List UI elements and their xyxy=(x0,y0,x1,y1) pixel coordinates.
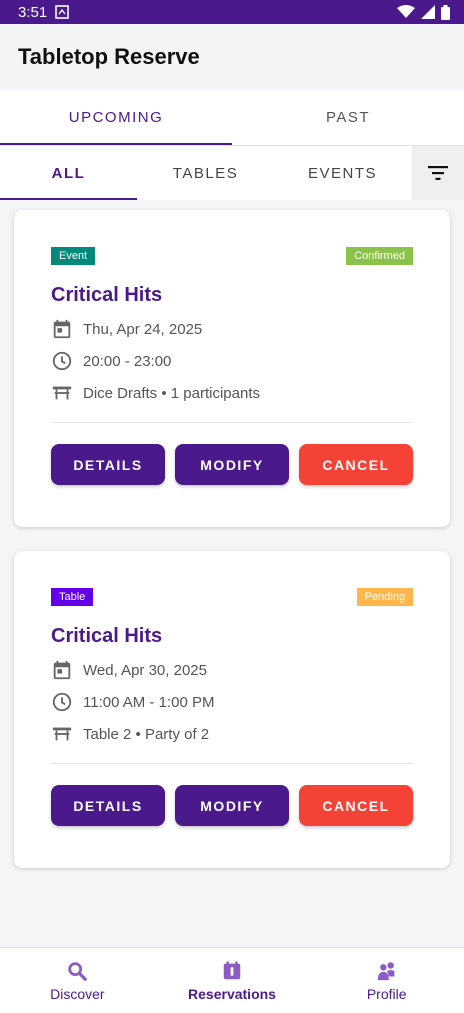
time-row: 20:00 - 23:00 xyxy=(51,351,413,371)
clock-icon xyxy=(52,692,72,712)
nav-label: Discover xyxy=(50,985,105,1002)
secondary-tabs-bar: ALL TABLES EVENTS xyxy=(0,145,464,200)
reservation-card: Table Pending Critical Hits Wed, Apr 30,… xyxy=(14,551,450,868)
tab-all[interactable]: ALL xyxy=(0,146,137,200)
filter-icon xyxy=(428,166,448,180)
modify-button[interactable]: MODIFY xyxy=(175,444,289,485)
tab-tables[interactable]: TABLES xyxy=(137,146,274,200)
card-actions: DETAILS MODIFY CANCEL xyxy=(51,785,413,826)
nav-label: Profile xyxy=(366,985,407,1002)
date-row: Thu, Apr 24, 2025 xyxy=(51,319,413,339)
calendar-icon xyxy=(53,319,71,339)
tab-upcoming[interactable]: UPCOMING xyxy=(0,90,232,145)
details-button[interactable]: DETAILS xyxy=(51,444,165,485)
clock-icon xyxy=(52,351,72,371)
cancel-button[interactable]: CANCEL xyxy=(299,444,413,485)
reservation-date: Wed, Apr 30, 2025 xyxy=(83,661,207,679)
status-bar: 3:51 xyxy=(0,0,464,24)
reservation-title: Critical Hits xyxy=(51,625,163,647)
primary-tabs: UPCOMING PAST xyxy=(0,90,464,145)
status-badge: Pending xyxy=(356,588,413,606)
divider xyxy=(51,763,413,764)
app-bar: Tabletop Reserve xyxy=(0,24,464,90)
reservation-detail: Table 2 • Party of 2 xyxy=(83,725,210,743)
status-time: 3:51 xyxy=(18,3,48,21)
cancel-button[interactable]: CANCEL xyxy=(299,785,413,826)
signal-icon xyxy=(421,5,435,19)
nav-discover[interactable]: Discover xyxy=(0,948,155,1013)
calendar-icon xyxy=(53,660,71,680)
notification-icon xyxy=(55,5,70,19)
reservation-time: 11:00 AM - 1:00 PM xyxy=(83,693,215,711)
table-icon xyxy=(52,386,72,400)
calendar-icon xyxy=(223,960,241,979)
search-icon xyxy=(68,961,88,981)
details-button[interactable]: DETAILS xyxy=(51,785,165,826)
battery-icon xyxy=(441,4,450,20)
table-icon xyxy=(52,727,72,741)
people-icon xyxy=(377,961,395,980)
date-row: Wed, Apr 30, 2025 xyxy=(51,660,413,680)
divider xyxy=(51,422,413,423)
secondary-tabs: ALL TABLES EVENTS xyxy=(0,146,412,200)
time-row: 11:00 AM - 1:00 PM xyxy=(51,692,413,712)
reservation-title: Critical Hits xyxy=(51,284,163,306)
modify-button[interactable]: MODIFY xyxy=(175,785,289,826)
tab-events[interactable]: EVENTS xyxy=(274,146,411,200)
reservation-time: 20:00 - 23:00 xyxy=(83,352,172,370)
app-title: Tabletop Reserve xyxy=(18,44,200,69)
tab-past[interactable]: PAST xyxy=(232,90,464,145)
reservation-date: Thu, Apr 24, 2025 xyxy=(83,320,203,338)
nav-label: Reservations xyxy=(188,985,276,1002)
nav-profile[interactable]: Profile xyxy=(309,948,464,1013)
detail-row: Table 2 • Party of 2 xyxy=(51,724,413,744)
reservation-detail: Dice Drafts • 1 participants xyxy=(83,384,260,402)
status-badge: Confirmed xyxy=(346,247,413,265)
nav-reservations[interactable]: Reservations xyxy=(155,948,310,1013)
type-badge: Table xyxy=(51,588,94,606)
reservation-list: Event Confirmed Critical Hits Thu, Apr 2… xyxy=(0,200,464,947)
bottom-nav: Discover Reservations Profile xyxy=(0,947,464,1013)
type-badge: Event xyxy=(51,247,96,265)
reservation-card: Event Confirmed Critical Hits Thu, Apr 2… xyxy=(14,210,450,527)
wifi-icon xyxy=(397,5,415,18)
card-actions: DETAILS MODIFY CANCEL xyxy=(51,444,413,485)
detail-row: Dice Drafts • 1 participants xyxy=(51,383,413,403)
filter-button[interactable] xyxy=(412,146,464,200)
